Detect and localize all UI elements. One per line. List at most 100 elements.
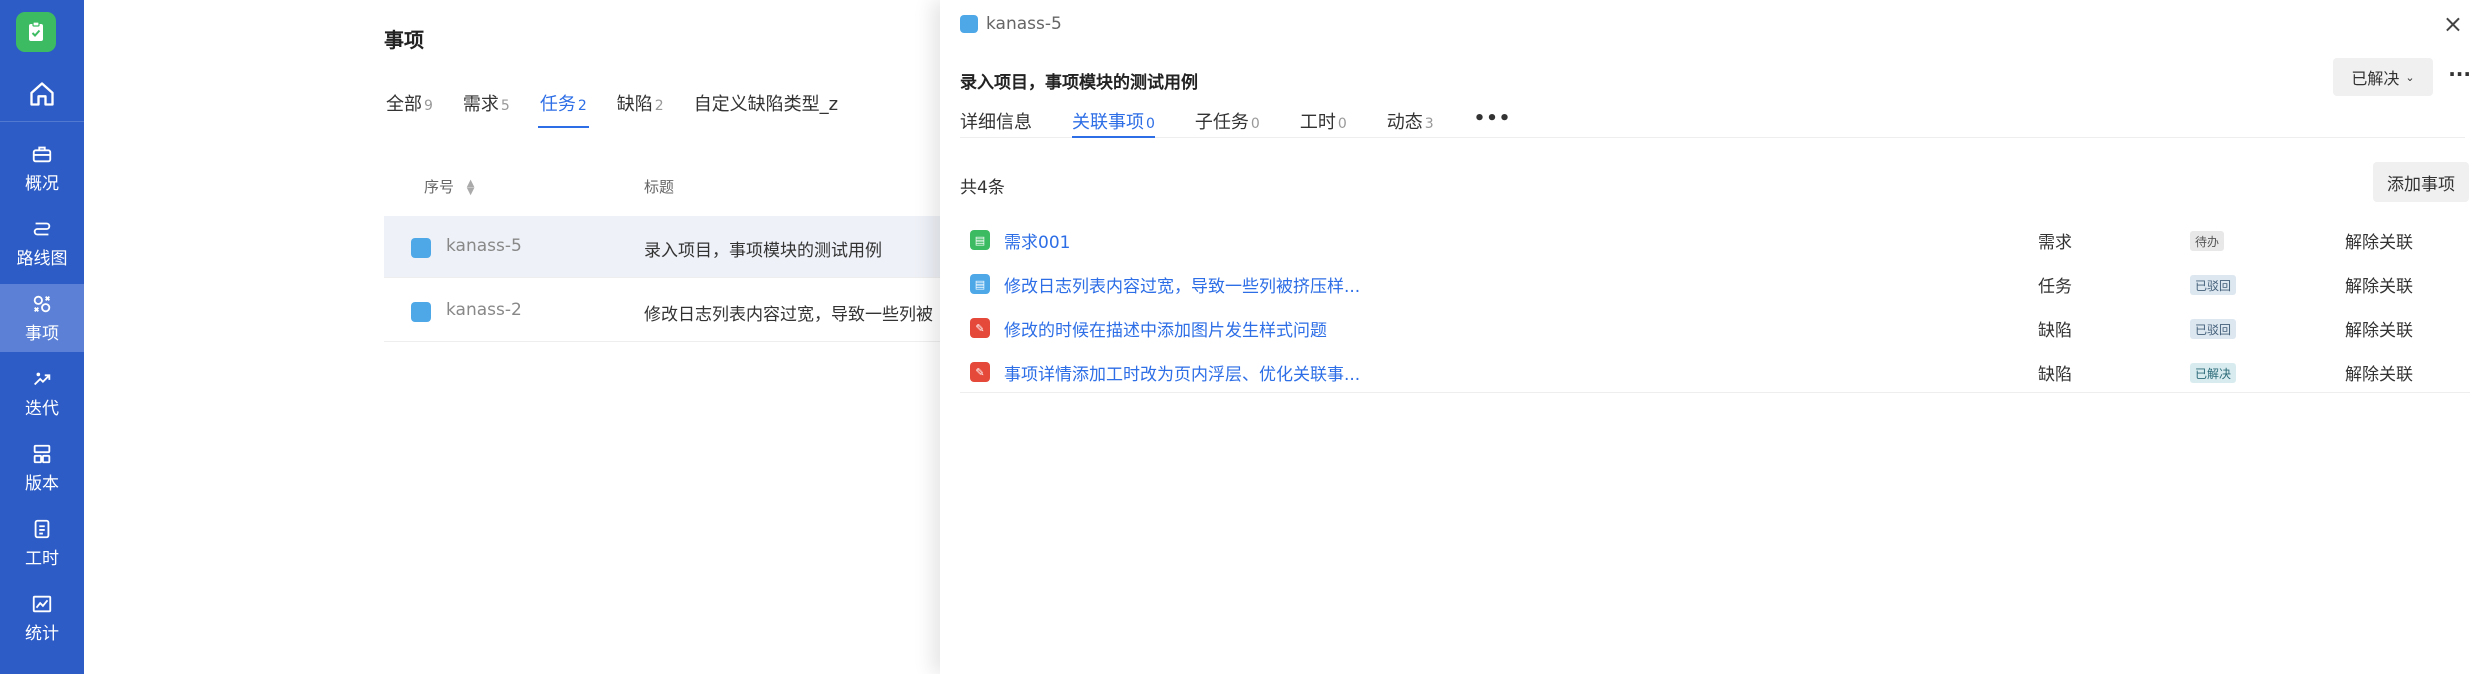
clipboard-icon <box>34 519 50 538</box>
linked-item-type: 缺陷 <box>2038 321 2072 341</box>
app-logo[interactable] <box>16 12 56 52</box>
tab-count: 2 <box>577 98 587 114</box>
table-row[interactable]: kanass-5 录入项目，事项模块的测试用例 <box>384 216 1024 278</box>
detail-tabs: 详细信息 关联事项 0 子任务 0 工时 0 动态 3 ••• <box>960 108 2465 138</box>
unlink-button[interactable]: 解除关联 <box>2345 272 2413 297</box>
unlink-button[interactable]: 解除关联 <box>2345 360 2413 385</box>
tab-subtasks[interactable]: 子任务 0 <box>1195 108 1260 137</box>
sidebar-item-label: 路线图 <box>16 248 68 269</box>
more-options-icon[interactable]: ··· <box>2448 62 2471 86</box>
breadcrumb: kanass-5 <box>960 14 1062 34</box>
tab-task[interactable]: 任务 2 <box>537 90 589 128</box>
item-title: 录入项目，事项模块的测试用例 <box>960 73 1198 93</box>
linked-item-title[interactable]: 修改的时候在描述中添加图片发生样式问题 <box>1004 316 1327 341</box>
breadcrumb-id[interactable]: kanass-5 <box>986 14 1062 34</box>
sidebar: 概况 路线图 事项 迭代 版本 工时 统计 <box>0 0 84 674</box>
add-item-button[interactable]: 添加事项 <box>2373 162 2469 202</box>
tab-worktime[interactable]: 工时 0 <box>1300 108 1347 137</box>
row-title[interactable]: 录入项目，事项模块的测试用例 <box>644 236 882 261</box>
tab-activity[interactable]: 动态 3 <box>1387 108 1434 137</box>
tab-label: 子任务 <box>1194 112 1249 133</box>
total-count: 共4条 <box>960 178 1005 198</box>
sidebar-item-version[interactable]: 版本 <box>0 434 84 502</box>
list-divider <box>960 392 2470 393</box>
list-item: ✎ 事项详情添加工时改为页内浮层、优化关联事... 缺陷 已解决 解除关联 <box>960 350 2470 394</box>
status-badge: 已解决 <box>2190 363 2237 383</box>
unlink-button[interactable]: 解除关联 <box>2345 316 2413 341</box>
tab-count: 9 <box>424 98 433 114</box>
status-label: 已解决 <box>2351 69 2400 88</box>
requirement-type-icon: ▤ <box>970 230 990 250</box>
column-id[interactable]: 序号 ▲ ▼ <box>424 176 475 197</box>
status-badge: 待办 <box>2190 231 2225 251</box>
list-item: ✎ 修改的时候在描述中添加图片发生样式问题 缺陷 已驳回 解除关联 <box>960 306 2470 350</box>
sidebar-item-items[interactable]: 事项 <box>0 284 84 352</box>
row-id[interactable]: kanass-2 <box>446 300 522 320</box>
table-row[interactable]: kanass-2 修改日志列表内容过宽，导致一些列被 <box>384 280 1024 342</box>
sidebar-item-label: 事项 <box>25 323 59 344</box>
task-type-icon <box>411 238 431 258</box>
sidebar-item-label: 统计 <box>25 623 59 644</box>
sprint-icon <box>34 372 51 385</box>
tab-label: 缺陷 <box>616 94 653 115</box>
linked-item-title[interactable]: 事项详情添加工时改为页内浮层、优化关联事... <box>1004 360 1360 385</box>
tab-details[interactable]: 详细信息 <box>960 108 1032 137</box>
column-id-label: 序号 <box>424 178 455 196</box>
route-icon <box>33 222 51 235</box>
type-tabs: 全部 9 需求 5 任务 2 缺陷 2 自定义缺陷类型_z <box>384 90 866 128</box>
close-icon[interactable]: × <box>2443 10 2463 38</box>
sidebar-item-label: 迭代 <box>25 398 59 419</box>
home-icon <box>30 81 54 106</box>
page-title: 事项 <box>384 28 424 52</box>
row-id[interactable]: kanass-5 <box>446 236 522 256</box>
tab-label: 关联事项 <box>1072 112 1144 133</box>
unlink-button[interactable]: 解除关联 <box>2345 228 2413 253</box>
table-header: 序号 ▲ ▼ 标题 <box>384 160 1024 210</box>
more-tabs-icon[interactable]: ••• <box>1474 108 1512 137</box>
tab-label: 详细信息 <box>960 112 1032 133</box>
app-root: 概况 路线图 事项 迭代 版本 工时 统计 事项 全部 9 需求 5 任务 2 … <box>0 0 2485 674</box>
tab-custom-defect[interactable]: 自定义缺陷类型_z <box>692 90 840 128</box>
main-content: 事项 全部 9 需求 5 任务 2 缺陷 2 自定义缺陷类型_z 序号 ▲ ▼ 标题 ka… <box>84 0 1024 674</box>
tab-label: 动态 <box>1386 112 1423 133</box>
version-icon <box>33 444 51 463</box>
tab-requirement[interactable]: 需求 5 <box>461 90 512 128</box>
tab-label: 全部 <box>386 94 422 115</box>
status-dropdown[interactable]: 已解决 ⌄ <box>2333 58 2433 96</box>
tab-count: 3 <box>1424 116 1434 132</box>
tab-defect[interactable]: 缺陷 2 <box>615 90 666 128</box>
sidebar-item-overview[interactable]: 概况 <box>0 134 84 202</box>
linked-item-type: 需求 <box>2038 233 2072 253</box>
list-item: ▤ 修改日志列表内容过宽，导致一些列被挤压样... 任务 已驳回 解除关联 <box>960 262 2470 306</box>
sidebar-item-statistics[interactable]: 统计 <box>0 584 84 652</box>
tab-count: 0 <box>1146 116 1155 132</box>
sort-icon[interactable]: ▲ ▼ <box>467 178 475 196</box>
tab-count: 0 <box>1250 116 1260 132</box>
status-badge: 已驳回 <box>2190 319 2237 339</box>
linked-item-title[interactable]: 修改日志列表内容过宽，导致一些列被挤压样... <box>1004 272 1360 297</box>
tab-label: 工时 <box>1299 112 1336 133</box>
tab-all[interactable]: 全部 9 <box>384 90 435 128</box>
sidebar-item-roadmap[interactable]: 路线图 <box>0 209 84 277</box>
column-title: 标题 <box>644 178 675 196</box>
tab-label: 自定义缺陷类型_z <box>693 94 839 115</box>
briefcase-icon <box>32 146 52 162</box>
tab-count: 2 <box>654 98 664 114</box>
list-item: ▤ 需求001 需求 待办 解除关联 <box>960 218 2470 262</box>
sidebar-item-worktime[interactable]: 工时 <box>0 509 84 577</box>
sidebar-item-label: 工时 <box>25 548 59 569</box>
tab-linked-items[interactable]: 关联事项 0 <box>1072 108 1155 138</box>
linked-item-type: 缺陷 <box>2038 365 2072 385</box>
row-title[interactable]: 修改日志列表内容过宽，导致一些列被 <box>644 300 933 325</box>
task-type-icon: ▤ <box>970 274 990 294</box>
sidebar-item-sprint[interactable]: 迭代 <box>0 359 84 427</box>
task-type-icon <box>960 15 978 33</box>
tab-label: 需求 <box>462 94 499 115</box>
sidebar-item-label: 概况 <box>25 173 59 194</box>
linked-item-title[interactable]: 需求001 <box>1004 228 1070 253</box>
item-detail-drawer: kanass-5 × 录入项目，事项模块的测试用例 已解决 ⌄ ··· 详细信息… <box>940 0 2485 674</box>
clipboard-check-icon <box>29 21 43 41</box>
status-badge: 已驳回 <box>2190 275 2237 295</box>
home-button[interactable] <box>0 66 84 122</box>
defect-type-icon: ✎ <box>970 362 990 382</box>
